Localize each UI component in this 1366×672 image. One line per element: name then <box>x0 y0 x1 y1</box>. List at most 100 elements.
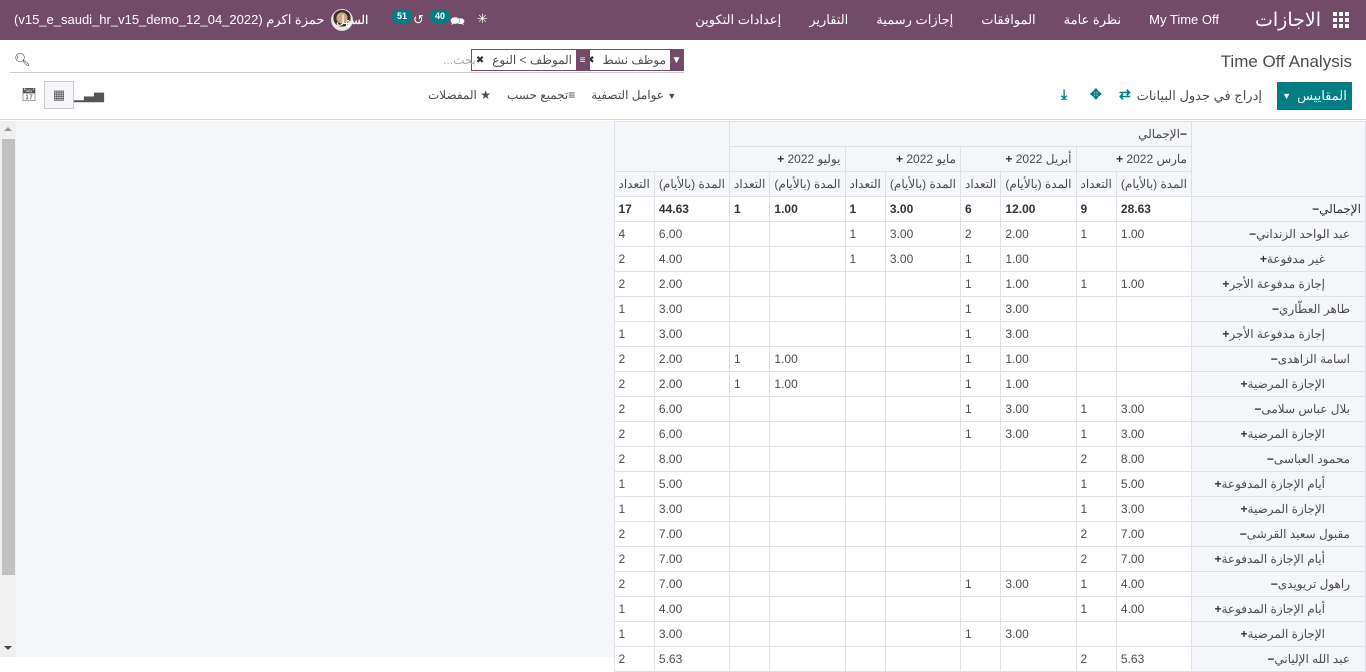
cell-count[interactable] <box>845 347 885 372</box>
cell-count[interactable]: 1 <box>845 222 885 247</box>
cell-duration[interactable]: 6.00 <box>654 422 729 447</box>
cell-duration[interactable] <box>770 247 845 272</box>
menu-approvals[interactable]: الموافقات <box>967 12 1049 28</box>
cell-count[interactable] <box>845 472 885 497</box>
cell-count[interactable] <box>1076 347 1116 372</box>
measure-header-duration[interactable]: المدة (بالأيام) <box>654 172 729 197</box>
cell-duration[interactable] <box>770 597 845 622</box>
col-header-month[interactable]: يوليو 2022 + <box>730 147 846 172</box>
cell-duration[interactable] <box>1001 447 1076 472</box>
cell-count[interactable] <box>845 622 885 647</box>
cell-count[interactable] <box>730 297 770 322</box>
row-header[interactable]: الإجازة المرضية+ <box>1192 372 1366 397</box>
measure-header-count[interactable]: التعداد <box>1076 172 1116 197</box>
cell-duration[interactable]: 7.00 <box>1116 547 1191 572</box>
cell-count[interactable]: 2 <box>614 572 654 597</box>
cell-duration[interactable] <box>770 472 845 497</box>
cell-count[interactable] <box>730 622 770 647</box>
menu-overview[interactable]: نظرة عامة <box>1050 12 1136 28</box>
menu-reports[interactable]: التقارير <box>795 12 862 28</box>
cell-duration[interactable] <box>770 422 845 447</box>
cell-duration[interactable]: 8.00 <box>654 447 729 472</box>
cell-duration[interactable] <box>885 547 960 572</box>
cell-duration[interactable] <box>770 272 845 297</box>
cell-duration[interactable] <box>1116 622 1191 647</box>
cell-duration[interactable]: 3.00 <box>1001 297 1076 322</box>
cell-count[interactable]: 1 <box>1076 272 1116 297</box>
groupby-dropdown[interactable]: ≡تجميع حسب <box>507 88 575 102</box>
cell-count[interactable] <box>1076 372 1116 397</box>
app-brand[interactable]: الاجازات <box>1255 9 1321 32</box>
cell-count[interactable] <box>730 572 770 597</box>
cell-count[interactable]: 1 <box>961 297 1001 322</box>
cell-count[interactable] <box>845 322 885 347</box>
search-icon[interactable]: 🔍︎ <box>14 52 31 68</box>
cell-duration[interactable] <box>885 347 960 372</box>
cell-count[interactable]: 17 <box>614 197 654 222</box>
activity-menu[interactable]: 51 ↺ <box>392 9 424 28</box>
cell-duration[interactable]: 8.00 <box>1116 447 1191 472</box>
cell-duration[interactable]: 1.00 <box>1001 272 1076 297</box>
row-header[interactable]: أيام الإجازة المدفوعة+ <box>1192 472 1366 497</box>
cell-count[interactable] <box>845 422 885 447</box>
cell-duration[interactable]: 7.00 <box>1116 522 1191 547</box>
cell-duration[interactable] <box>885 647 960 672</box>
cell-count[interactable] <box>961 497 1001 522</box>
menu-public-holidays[interactable]: إجازات رسمية <box>862 12 967 28</box>
cell-duration[interactable] <box>770 522 845 547</box>
cell-count[interactable] <box>845 297 885 322</box>
pivot-view-icon[interactable]: ▦ <box>44 81 74 109</box>
user-menu[interactable]: حمزة اكرم (v15_e_saudi_hr_v15_demo_12_04… <box>14 9 353 31</box>
cell-count[interactable]: 1 <box>730 197 770 222</box>
cell-count[interactable]: 1 <box>961 322 1001 347</box>
cell-duration[interactable] <box>1001 547 1076 572</box>
cell-duration[interactable] <box>885 572 960 597</box>
cell-count[interactable]: 2 <box>614 272 654 297</box>
expand-all-icon[interactable]: ✥ <box>1090 86 1102 103</box>
cell-duration[interactable] <box>1116 372 1191 397</box>
cell-duration[interactable]: 3.00 <box>654 497 729 522</box>
cell-count[interactable]: 2 <box>614 347 654 372</box>
cell-count[interactable] <box>961 447 1001 472</box>
row-header[interactable]: إجازة مدفوعة الأجر+ <box>1192 272 1366 297</box>
cell-count[interactable]: 1 <box>614 322 654 347</box>
cell-duration[interactable] <box>885 372 960 397</box>
cell-duration[interactable]: 3.00 <box>1001 322 1076 347</box>
cell-duration[interactable] <box>1116 297 1191 322</box>
cell-duration[interactable]: 5.00 <box>654 472 729 497</box>
cell-duration[interactable]: 1.00 <box>770 372 845 397</box>
cell-count[interactable] <box>961 597 1001 622</box>
cell-duration[interactable]: 4.00 <box>1116 597 1191 622</box>
facet-groupby[interactable]: ≡ الموظف > النوع ✖ <box>471 49 590 71</box>
cell-count[interactable]: 1 <box>961 397 1001 422</box>
cell-duration[interactable] <box>1001 472 1076 497</box>
cell-count[interactable]: 1 <box>961 372 1001 397</box>
cell-duration[interactable]: 7.00 <box>654 572 729 597</box>
row-header[interactable]: مقبول سعيد القرشى− <box>1192 522 1366 547</box>
cell-count[interactable] <box>961 522 1001 547</box>
cell-count[interactable] <box>961 547 1001 572</box>
company-name[interactable]: السهل <box>336 13 368 27</box>
cell-duration[interactable] <box>1001 647 1076 672</box>
cell-duration[interactable] <box>770 397 845 422</box>
cell-duration[interactable]: 4.00 <box>654 247 729 272</box>
col-header-month[interactable]: مارس 2022 + <box>1076 147 1192 172</box>
cell-duration[interactable] <box>885 397 960 422</box>
vertical-scrollbar[interactable] <box>0 121 16 657</box>
menu-configuration[interactable]: إعدادات التكوين <box>681 12 795 28</box>
row-header[interactable]: عبد الواحد الزنداني− <box>1192 222 1366 247</box>
cell-duration[interactable] <box>885 472 960 497</box>
row-header[interactable]: اسامة الزاهدى− <box>1192 347 1366 372</box>
graph-view-icon[interactable]: ▁▃▅ <box>74 81 104 109</box>
calendar-view-icon[interactable]: 📅︎ <box>14 81 44 109</box>
measure-header-duration[interactable]: المدة (بالأيام) <box>885 172 960 197</box>
cell-duration[interactable]: 6.00 <box>654 397 729 422</box>
cell-duration[interactable]: 5.00 <box>1116 472 1191 497</box>
cell-duration[interactable]: 7.00 <box>654 547 729 572</box>
measures-button[interactable]: المقاييس ▼ <box>1277 82 1352 110</box>
col-header-month[interactable]: مايو 2022 + <box>845 147 961 172</box>
cell-count[interactable]: 1 <box>1076 397 1116 422</box>
cell-count[interactable] <box>845 522 885 547</box>
cell-duration[interactable] <box>885 622 960 647</box>
cell-duration[interactable]: 1.00 <box>1001 347 1076 372</box>
